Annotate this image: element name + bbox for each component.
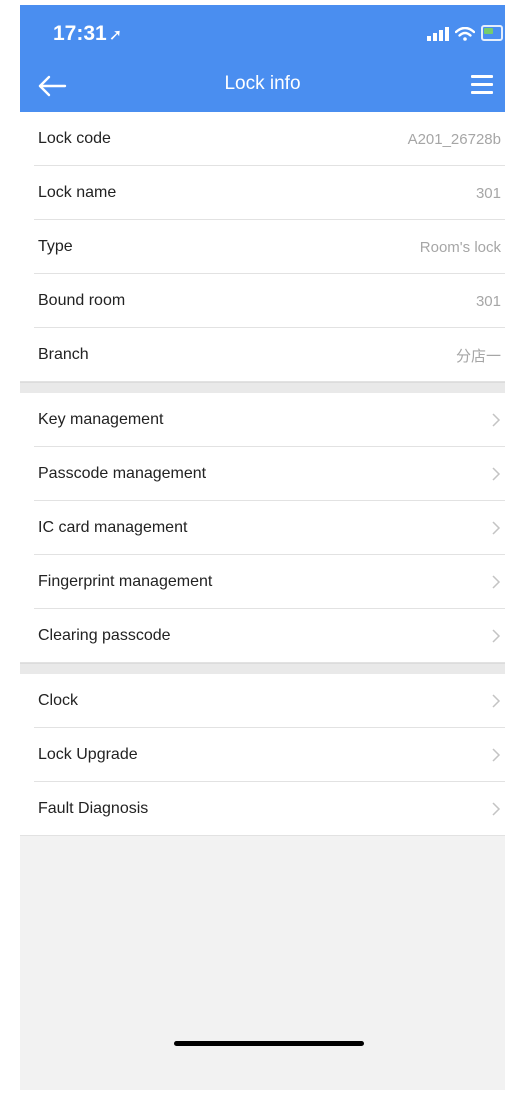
location-icon: ➚ <box>108 27 123 44</box>
row-label: Key management <box>38 411 164 428</box>
lock-upgrade-row[interactable]: Lock Upgrade <box>20 728 505 782</box>
home-indicator[interactable] <box>174 1041 364 1046</box>
wifi-icon <box>455 27 475 41</box>
section-divider <box>20 663 505 674</box>
section-divider <box>20 382 505 393</box>
row-label: Passcode management <box>38 465 207 482</box>
row-label: Type <box>38 238 73 255</box>
row-value: Room's lock <box>419 238 501 256</box>
row-value: 301 <box>475 292 501 310</box>
chevron-right-icon <box>492 802 501 816</box>
lock-info-section: Lock code A201_26728b Lock name 301 Type… <box>20 112 505 382</box>
row-label: Lock name <box>38 184 117 201</box>
row-label: Branch <box>38 346 89 363</box>
clearing-passcode-row[interactable]: Clearing passcode <box>20 609 505 663</box>
row-value: 分店一 <box>455 347 501 365</box>
row-value: A201_26728b <box>407 130 501 148</box>
signal-icon <box>427 27 449 41</box>
key-management-row[interactable]: Key management <box>20 393 505 447</box>
type-row: Type Room's lock <box>20 220 505 274</box>
row-label: Clearing passcode <box>38 627 171 644</box>
header: 17:31 ➚ Lock info <box>20 5 505 112</box>
chevron-right-icon <box>492 629 501 643</box>
hamburger-menu-icon[interactable] <box>471 75 493 94</box>
lock-name-row: Lock name 301 <box>20 166 505 220</box>
chevron-right-icon <box>492 575 501 589</box>
status-bar: 17:31 ➚ <box>20 5 505 61</box>
bound-room-row: Bound room 301 <box>20 274 505 328</box>
battery-icon <box>481 25 503 41</box>
page-title: Lock info <box>224 73 301 94</box>
chevron-right-icon <box>492 413 501 427</box>
settings-section: Clock Lock Upgrade Fault Diagnosis <box>20 674 505 836</box>
status-icons <box>427 25 503 41</box>
lock-code-row: Lock code A201_26728b <box>20 112 505 166</box>
row-label: Lock Upgrade <box>38 746 138 763</box>
status-time: 17:31 ➚ <box>53 22 122 46</box>
row-label: Lock code <box>38 130 111 147</box>
row-label: IC card management <box>38 519 188 536</box>
phone-screen: 17:31 ➚ Lock info Lock code A201_26728b … <box>20 5 505 1090</box>
status-time-text: 17:31 <box>53 22 107 45</box>
passcode-management-row[interactable]: Passcode management <box>20 447 505 501</box>
row-label: Fingerprint management <box>38 573 213 590</box>
chevron-right-icon <box>492 467 501 481</box>
fault-diagnosis-row[interactable]: Fault Diagnosis <box>20 782 505 836</box>
row-label: Bound room <box>38 292 126 309</box>
management-section: Key management Passcode management IC ca… <box>20 393 505 663</box>
row-label: Fault Diagnosis <box>38 800 149 817</box>
row-label: Clock <box>38 692 79 709</box>
ic-card-management-row[interactable]: IC card management <box>20 501 505 555</box>
branch-row: Branch 分店一 <box>20 328 505 382</box>
nav-bar: Lock info <box>20 61 505 112</box>
row-value: 301 <box>475 184 501 202</box>
fingerprint-management-row[interactable]: Fingerprint management <box>20 555 505 609</box>
chevron-right-icon <box>492 748 501 762</box>
chevron-right-icon <box>492 694 501 708</box>
chevron-right-icon <box>492 521 501 535</box>
clock-row[interactable]: Clock <box>20 674 505 728</box>
